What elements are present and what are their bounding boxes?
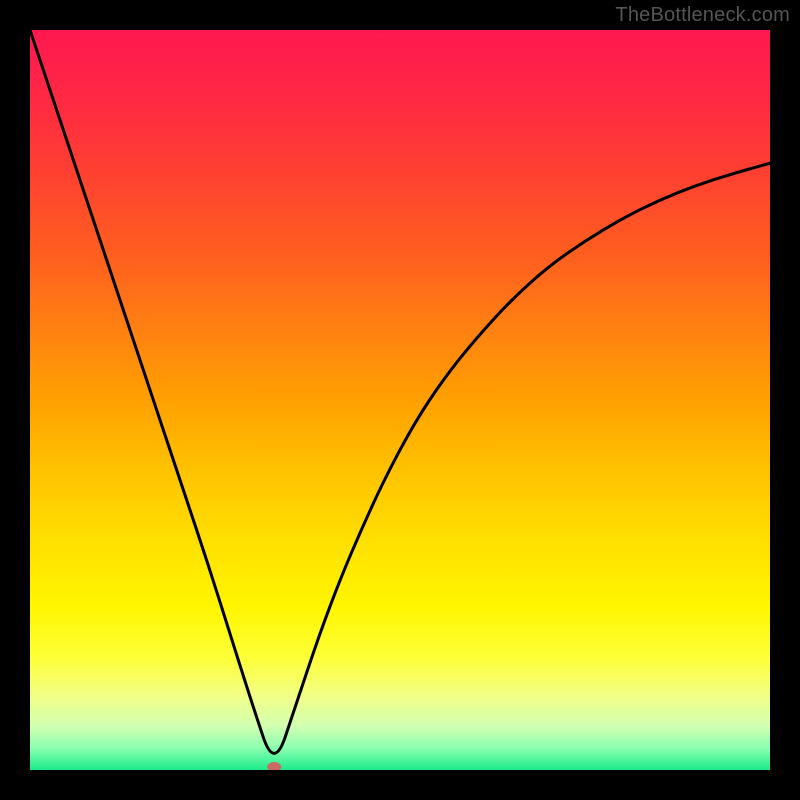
plot-area [30, 30, 770, 770]
watermark-text: TheBottleneck.com [615, 4, 790, 27]
chart-svg [30, 30, 770, 770]
gradient-background [30, 30, 770, 770]
chart-frame: TheBottleneck.com [0, 0, 800, 800]
